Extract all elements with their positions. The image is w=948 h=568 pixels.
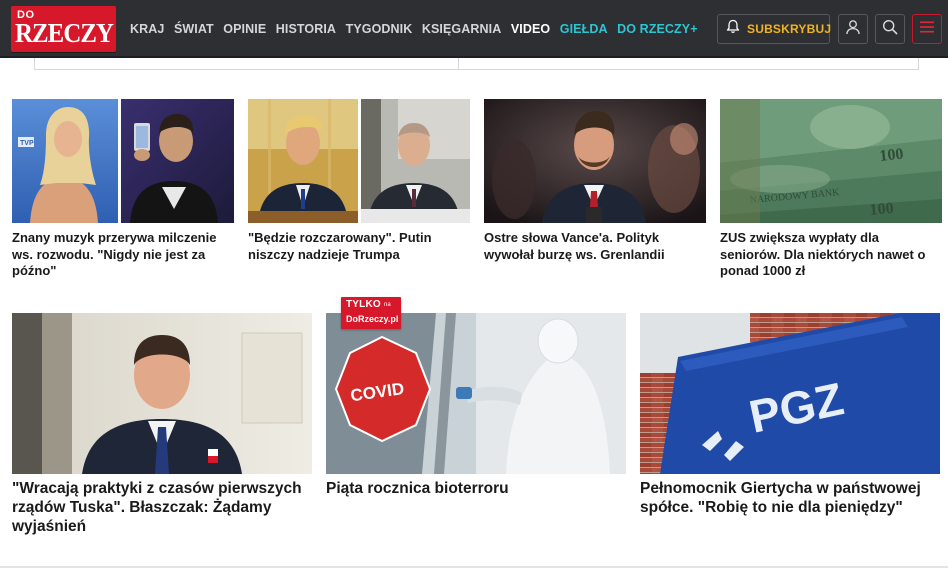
nav-item-ksiegarnia[interactable]: KSIĘGARNIA [422,22,501,36]
article-image[interactable]: 100 NARODOWY BANK 100 [720,99,942,223]
subscribe-label: SUBSKRYBUJ [747,22,832,36]
article-image[interactable] [484,99,706,223]
content-box-remnant [34,58,919,70]
badge-text-tylko: TYLKO [346,299,381,310]
article-title[interactable]: "Wracają praktyki z czasów pierwszych rz… [12,480,312,537]
search-icon [882,19,898,40]
article-card[interactable]: TVP Znany muzyk przerywa milczenie ws. r… [12,99,234,281]
logo-text-main: RZECZY [15,18,114,48]
article-card[interactable]: 100 NARODOWY BANK 100 ZUS zwiększa wypła… [720,99,942,281]
do-rzeczy-logo[interactable]: DO RZECZY [11,6,116,52]
nav-item-swiat[interactable]: ŚWIAT [174,22,214,36]
nav-item-tygodnik[interactable]: TYGODNIK [346,22,413,36]
nav-item-opinie[interactable]: OPINIE [223,22,266,36]
article-card[interactable]: "Wracają praktyki z czasów pierwszych rz… [12,313,312,543]
tvp-mark: TVP [20,140,34,147]
article-card[interactable]: TYLKO na DoRzeczy.pl COVID Piąta rocznic… [326,297,626,543]
main-nav: KRAJ ŚWIAT OPINIE HISTORIA TYGODNIK KSIĘ… [130,0,707,58]
article-card[interactable]: PGZ Pełnomocnik Giertycha w państwowej s… [640,313,940,543]
nav-item-gielda[interactable]: GIEŁDA [560,22,608,36]
account-button[interactable] [838,14,868,44]
article-title[interactable]: "Będzie rozczarowany". Putin niszczy nad… [248,230,470,263]
article-card[interactable]: "Będzie rozczarowany". Putin niszczy nad… [248,99,470,281]
article-image[interactable]: PGZ [640,313,940,474]
nav-item-do-rzeczy-plus[interactable]: DO RZECZY+ [617,22,698,36]
top-navigation-bar: DO RZECZY KRAJ ŚWIAT OPINIE HISTORIA TYG… [0,0,948,58]
article-image[interactable]: TVP [12,99,234,223]
menu-button[interactable] [912,14,942,44]
article-image[interactable] [248,99,470,223]
badge-text-na: na [384,302,391,308]
search-button[interactable] [875,14,905,44]
article-card[interactable]: Ostre słowa Vance'a. Polityk wywołał bur… [484,99,706,281]
nav-item-video[interactable]: VIDEO [511,22,550,36]
subscribe-button[interactable]: SUBSKRYBUJ [717,14,832,44]
badge-text-site: DoRzeczy.pl [346,314,399,324]
nav-item-historia[interactable]: HISTORIA [276,22,336,36]
user-icon [845,19,861,40]
article-title[interactable]: Znany muzyk przerywa milczenie ws. rozwo… [12,230,234,280]
article-title[interactable]: ZUS zwiększa wypłaty dla seniorów. Dla n… [720,230,942,280]
article-title[interactable]: Ostre słowa Vance'a. Polityk wywołał bur… [484,230,706,263]
article-image[interactable]: COVID [326,313,626,474]
article-title[interactable]: Piąta rocznica bioterroru [326,480,626,499]
nav-item-kraj[interactable]: KRAJ [130,22,164,36]
exclusive-badge: TYLKO na DoRzeczy.pl [341,297,401,329]
svg-text:100: 100 [869,200,894,219]
article-image[interactable] [12,313,312,474]
bell-icon [726,19,740,39]
svg-text:100: 100 [879,146,905,165]
hamburger-menu-icon [919,20,935,39]
article-title[interactable]: Pełnomocnik Giertycha w państwowej spółc… [640,480,940,518]
